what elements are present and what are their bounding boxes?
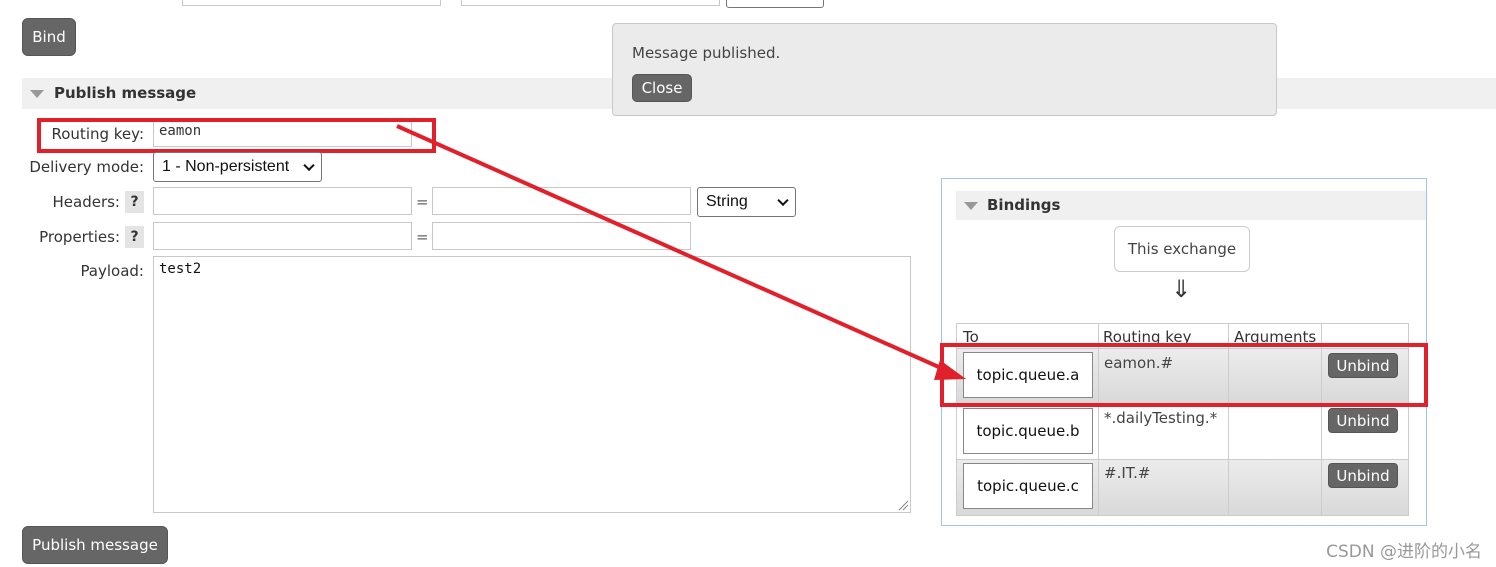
annotation-arrow-icon xyxy=(396,124,966,380)
watermark: CSDN @进阶的小名 xyxy=(1326,542,1482,562)
